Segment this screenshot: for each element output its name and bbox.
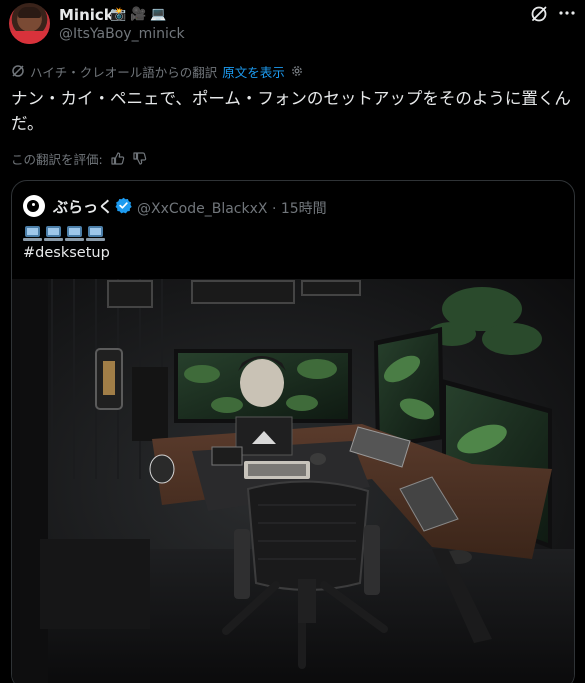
- thumbs-down-icon[interactable]: [132, 151, 147, 166]
- more-icon[interactable]: [558, 3, 576, 23]
- translation-source-label: ハイチ・クレオール語からの翻訳: [30, 64, 218, 80]
- camera-emoji: 📸: [110, 7, 127, 22]
- settings-icon[interactable]: [290, 64, 304, 78]
- quoted-meta: @XxCode_BlackxX · 15時間: [137, 198, 327, 218]
- laptop-icon: [44, 224, 63, 243]
- quoted-post[interactable]: ぶらっく @XxCode_BlackxX · 15時間 #desksetup: [11, 180, 575, 683]
- author-avatar[interactable]: [9, 3, 50, 44]
- rate-translation-label: この翻訳を評価:: [11, 151, 103, 167]
- meta-separator: ·: [271, 201, 277, 217]
- laptop-icon: [23, 224, 42, 243]
- show-original-link[interactable]: 原文を表示: [222, 62, 285, 81]
- laptop-icon: [86, 224, 105, 243]
- laptop-icon: [65, 224, 84, 243]
- desk-setup-photo[interactable]: [12, 279, 574, 683]
- quoted-author-name[interactable]: ぶらっく: [53, 196, 113, 217]
- translate-icon: [12, 65, 24, 77]
- author-handle[interactable]: @ItsYaBoy_minick: [59, 26, 185, 42]
- grok-icon[interactable]: [530, 5, 548, 23]
- rate-translation-row: この翻訳を評価:: [11, 149, 147, 167]
- quoted-author-handle[interactable]: @XxCode_BlackxX: [137, 201, 267, 217]
- post-text: ナン・カイ・ペニェで、ポーム・フォンのセットアップをそのように置くんだ。: [11, 89, 571, 133]
- laptop-emoji-row: [23, 224, 105, 244]
- quoted-author-avatar[interactable]: [23, 195, 45, 217]
- quoted-post-time[interactable]: 15時間: [281, 201, 327, 217]
- thumbs-up-icon[interactable]: [110, 151, 125, 166]
- quoted-hashtag[interactable]: #desksetup: [23, 245, 110, 261]
- video-camera-emoji: 🎥: [130, 7, 147, 22]
- translation-notice: ハイチ・クレオール語からの翻訳 原文を表示: [11, 62, 304, 80]
- laptop-emoji: 💻: [150, 7, 167, 22]
- author-name[interactable]: Minick: [59, 6, 114, 24]
- verified-badge-icon: [115, 197, 132, 214]
